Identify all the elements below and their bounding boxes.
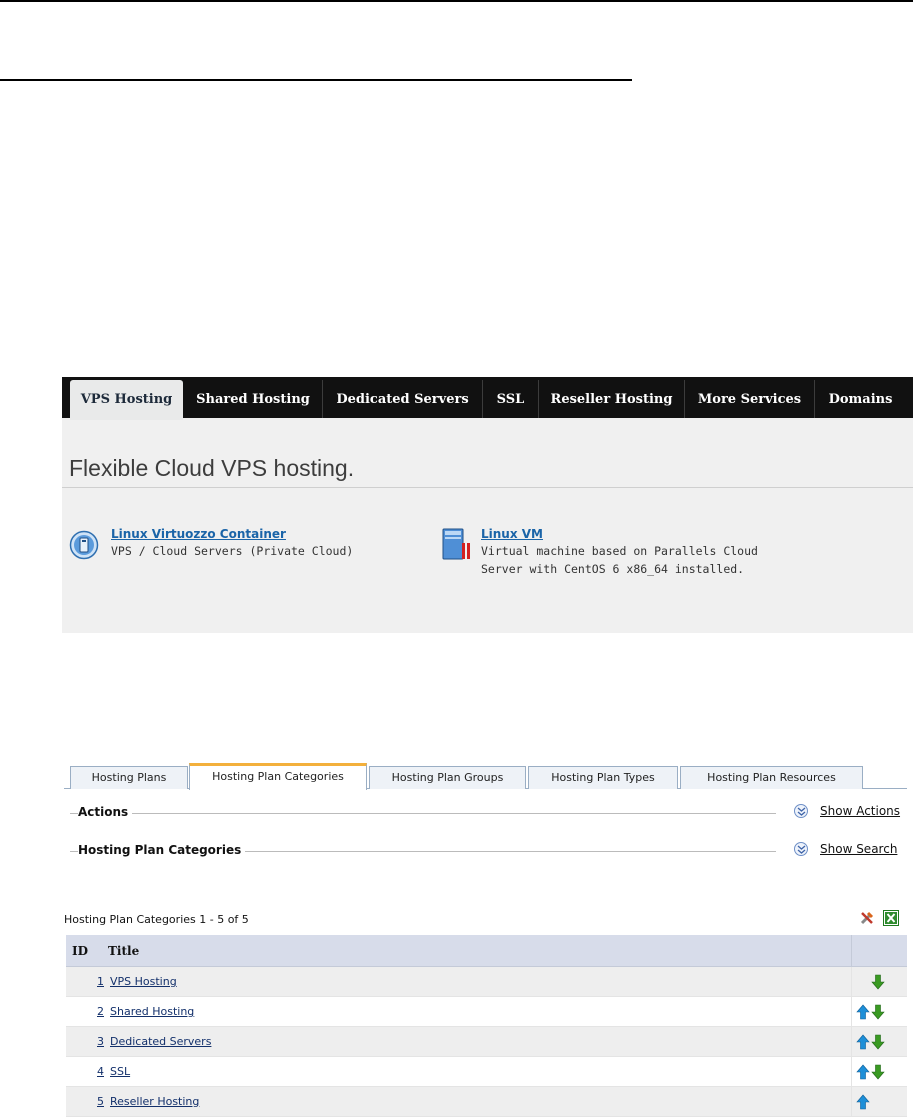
cell-reorder xyxy=(851,1056,907,1087)
cell-title: SSL xyxy=(107,1056,852,1087)
column-header-id[interactable]: ID xyxy=(66,935,107,967)
row-title-link[interactable]: VPS Hosting xyxy=(110,975,177,988)
nav-tab-ssl[interactable]: SSL xyxy=(482,380,538,418)
row-title-link[interactable]: Reseller Hosting xyxy=(110,1095,199,1108)
show-search-link[interactable]: Show Search xyxy=(820,842,897,856)
chevron-down-icon[interactable] xyxy=(794,804,808,818)
nav-tab-vps-hosting[interactable]: VPS Hosting xyxy=(70,380,183,420)
cell-reorder xyxy=(851,966,907,997)
cell-reorder xyxy=(851,1086,907,1117)
nav-tab-dedicated-servers[interactable]: Dedicated Servers xyxy=(322,380,482,418)
nav-tab-more-services[interactable]: More Services xyxy=(684,380,814,418)
cell-id[interactable]: 3 xyxy=(66,1026,107,1057)
table-row: 5 Reseller Hosting xyxy=(66,1086,907,1117)
move-up-icon[interactable] xyxy=(856,1064,870,1080)
row-title-link[interactable]: SSL xyxy=(110,1065,130,1078)
table-row: 1 VPS Hosting xyxy=(66,966,907,997)
cell-id[interactable]: 5 xyxy=(66,1086,107,1117)
categories-section: Hosting Plan Categories Show Search xyxy=(64,841,902,861)
top-rule xyxy=(0,0,913,2)
move-down-icon[interactable] xyxy=(871,1004,885,1020)
move-up-icon[interactable] xyxy=(856,1004,870,1020)
linux-vm-link[interactable]: Linux VM xyxy=(481,527,758,541)
linux-vm-desc-line2: Server with CentOS 6 x86_64 installed. xyxy=(481,562,745,576)
move-up-icon[interactable] xyxy=(856,1094,870,1110)
tab-hosting-plan-resources[interactable]: Hosting Plan Resources xyxy=(680,766,863,789)
main-nav-bar: VPS Hosting Shared Hosting Dedicated Ser… xyxy=(62,377,913,420)
linux-vm-desc: Virtual machine based on Parallels Cloud… xyxy=(481,542,758,578)
table-row: 4 SSL xyxy=(66,1056,907,1087)
row-id-link[interactable]: 3 xyxy=(97,1035,104,1048)
linux-virtuozzo-container-link[interactable]: Linux Virtuozzo Container xyxy=(111,527,353,541)
table-row: 2 Shared Hosting xyxy=(66,996,907,1027)
nav-tab-domains[interactable]: Domains xyxy=(814,380,906,418)
section-rule xyxy=(0,79,632,81)
service-linux-container-text: Linux Virtuozzo Container VPS / Cloud Se… xyxy=(111,527,353,560)
container-icon xyxy=(69,530,99,564)
nav-tab-reseller-hosting[interactable]: Reseller Hosting xyxy=(538,380,684,418)
results-summary: Hosting Plan Categories 1 - 5 of 5 xyxy=(64,913,249,926)
table-header-row: ID Title xyxy=(66,935,907,967)
actions-section: Actions Show Actions xyxy=(64,803,902,823)
tab-hosting-plan-categories[interactable]: Hosting Plan Categories xyxy=(189,763,367,790)
actions-label: Actions xyxy=(78,805,133,819)
linux-virtuozzo-container-desc: VPS / Cloud Servers (Private Cloud) xyxy=(111,544,354,558)
tools-icon[interactable] xyxy=(859,910,875,926)
excel-export-icon[interactable] xyxy=(883,910,899,926)
move-up-icon[interactable] xyxy=(856,1034,870,1050)
hero-divider xyxy=(62,487,913,488)
cell-title: Dedicated Servers xyxy=(107,1026,852,1057)
cell-id[interactable]: 1 xyxy=(66,966,107,997)
cell-reorder xyxy=(851,996,907,1027)
row-id-link[interactable]: 2 xyxy=(97,1005,104,1018)
nav-tab-shared-hosting[interactable]: Shared Hosting xyxy=(184,380,322,418)
hero-title: Flexible Cloud VPS hosting. xyxy=(69,455,355,481)
tab-hosting-plan-groups[interactable]: Hosting Plan Groups xyxy=(369,766,526,789)
row-id-link[interactable]: 5 xyxy=(97,1095,104,1108)
move-up-placeholder xyxy=(856,974,870,990)
table-row: 3 Dedicated Servers xyxy=(66,1026,907,1057)
categories-label: Hosting Plan Categories xyxy=(78,843,246,857)
move-down-icon[interactable] xyxy=(871,1034,885,1050)
cell-title: Reseller Hosting xyxy=(107,1086,852,1117)
move-down-icon[interactable] xyxy=(871,1064,885,1080)
row-id-link[interactable]: 4 xyxy=(97,1065,104,1078)
tab-hosting-plan-types[interactable]: Hosting Plan Types xyxy=(528,766,678,789)
categories-table: ID Title 1 VPS Hosting 2 Shared Hosting 3 Ded… xyxy=(66,935,907,1117)
tab-hosting-plans[interactable]: Hosting Plans xyxy=(70,766,188,789)
cell-reorder xyxy=(851,1026,907,1057)
show-actions-link[interactable]: Show Actions xyxy=(820,804,900,818)
service-linux-vm-text: Linux VM Virtual machine based on Parall… xyxy=(481,527,758,578)
linux-vm-desc-line1: Virtual machine based on Parallels Cloud xyxy=(481,544,758,558)
admin-tabs: Hosting Plans Hosting Plan Categories Ho… xyxy=(64,763,913,790)
actions-divider xyxy=(70,813,776,814)
chevron-down-icon[interactable] xyxy=(794,842,808,856)
server-vm-icon xyxy=(440,525,474,565)
column-header-title[interactable]: Title xyxy=(107,935,852,967)
cell-title: VPS Hosting xyxy=(107,966,852,997)
admin-panel-screenshot: Hosting Plans Hosting Plan Categories Ho… xyxy=(64,763,913,1117)
move-down-icon[interactable] xyxy=(871,974,885,990)
column-header-actions xyxy=(851,935,907,967)
hosting-site-screenshot: VPS Hosting Shared Hosting Dedicated Ser… xyxy=(62,377,913,633)
row-title-link[interactable]: Shared Hosting xyxy=(110,1005,194,1018)
cell-id[interactable]: 2 xyxy=(66,996,107,1027)
cell-title: Shared Hosting xyxy=(107,996,852,1027)
row-id-link[interactable]: 1 xyxy=(97,975,104,988)
row-title-link[interactable]: Dedicated Servers xyxy=(110,1035,211,1048)
cell-id[interactable]: 4 xyxy=(66,1056,107,1087)
